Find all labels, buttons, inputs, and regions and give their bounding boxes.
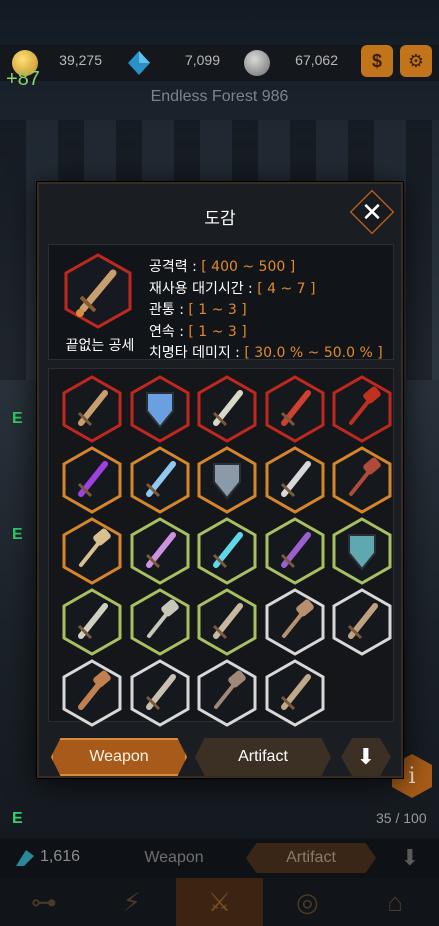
- weapon-slot[interactable]: [331, 517, 393, 585]
- weapon-slot[interactable]: [264, 446, 326, 514]
- equip-marker: E: [12, 526, 23, 543]
- selected-weapon-hex: [64, 253, 132, 329]
- weapon-slot[interactable]: [196, 659, 258, 727]
- gem-amount: 7,099: [184, 52, 220, 68]
- collection-modal: 도감 ✕ 끝없는 공세 공격력 : [ 400 ~ 500 ] 재사용 대기시간…: [37, 182, 403, 778]
- weapon-slot[interactable]: [129, 517, 191, 585]
- weapon-slot[interactable]: [264, 517, 326, 585]
- weapon-slot[interactable]: [61, 517, 123, 585]
- bank-icon: ⌂: [387, 886, 403, 917]
- settings-button[interactable]: ⚙: [400, 45, 432, 77]
- bottom-tab-weapon[interactable]: Weapon: [108, 843, 240, 873]
- weapon-slot[interactable]: [61, 588, 123, 656]
- weapon-slot[interactable]: [264, 375, 326, 443]
- tab-weapon[interactable]: Weapon: [51, 738, 187, 776]
- dumbbell-icon: ⊶: [30, 886, 57, 917]
- modal-title: 도감: [204, 209, 236, 229]
- info-icon: i: [408, 763, 416, 789]
- weapon-slot[interactable]: [129, 588, 191, 656]
- close-icon: ✕: [361, 196, 383, 227]
- bottom-tab-artifact[interactable]: Artifact: [246, 843, 376, 873]
- shop-button[interactable]: $: [361, 45, 393, 77]
- weapon-slot[interactable]: [61, 446, 123, 514]
- stat-combo: 연속 : [ 1 ~ 3 ]: [149, 323, 247, 340]
- collection-count: 35 / 100: [376, 810, 427, 826]
- stone-amount: 67,062: [295, 52, 338, 68]
- arrow-down-icon: ⬇: [400, 845, 420, 870]
- lightning-icon: ⚡: [122, 886, 141, 917]
- gear-icon: ⚙: [407, 50, 425, 71]
- dollar-icon: $: [371, 50, 382, 71]
- weapon-slot[interactable]: [331, 588, 393, 656]
- stat-attack: 공격력 : [ 400 ~ 500 ]: [149, 259, 296, 275]
- tab-artifact-label: Artifact: [238, 748, 288, 765]
- blue-gem-icon: [128, 51, 150, 75]
- nav-skills[interactable]: ⚡: [88, 878, 176, 926]
- main-nav: ⊶ ⚡ ⚔ ◎ ⌂: [0, 878, 439, 926]
- weapon-slot[interactable]: [129, 446, 191, 514]
- weapon-grid: [48, 368, 394, 727]
- stat-crit-damage: 치명타 데미지 : [ 30.0 % ~ 50.0 % ]: [149, 345, 383, 361]
- weapon-slot[interactable]: [264, 588, 326, 656]
- sort-button[interactable]: ⬇: [341, 738, 391, 776]
- tab-weapon-label: Weapon: [89, 748, 149, 765]
- selected-weapon-name: 끝없는 공세: [65, 338, 135, 354]
- weapon-slot[interactable]: [129, 659, 191, 727]
- weapon-slot[interactable]: [264, 659, 326, 727]
- nav-bank[interactable]: ⌂: [351, 878, 439, 926]
- stone-icon: [244, 50, 270, 76]
- weapon-stats: 공격력 : [ 400 ~ 500 ] 재사용 대기시간 : [ 4 ~ 7 ]…: [149, 257, 383, 365]
- swirl-icon: ◎: [295, 886, 319, 917]
- close-button[interactable]: ✕: [357, 194, 387, 230]
- weapon-slot[interactable]: [331, 375, 393, 443]
- weapon-slot[interactable]: [196, 517, 258, 585]
- bottom-gem-count: 1,616: [40, 848, 81, 865]
- nav-training[interactable]: ⊶: [0, 878, 88, 926]
- weapon-slot[interactable]: [129, 375, 191, 443]
- weapon-detail-panel: 끝없는 공세 공격력 : [ 400 ~ 500 ] 재사용 대기시간 : [ …: [48, 244, 394, 361]
- weapon-slot[interactable]: [196, 375, 258, 443]
- bottom-sort-button[interactable]: ⬇: [392, 843, 428, 873]
- arrow-down-icon: ⬇: [356, 744, 376, 769]
- weapon-slot[interactable]: [61, 375, 123, 443]
- tab-artifact[interactable]: Artifact: [195, 738, 331, 776]
- nav-weapons[interactable]: ⚔: [175, 878, 264, 926]
- sword-icon: ⚔: [207, 886, 232, 917]
- weapon-slot[interactable]: [61, 659, 123, 727]
- nav-portal[interactable]: ◎: [263, 878, 351, 926]
- stat-pierce: 관통 : [ 1 ~ 3 ]: [149, 302, 247, 318]
- gem-icon: [16, 850, 34, 866]
- weapon-slot[interactable]: [331, 446, 393, 514]
- gold-amount: 39,275: [59, 52, 102, 68]
- equip-marker: E: [12, 810, 23, 827]
- equip-marker: E: [12, 410, 23, 427]
- stat-cooldown: 재사용 대기시간 : [ 4 ~ 7 ]: [149, 280, 316, 297]
- weapon-slot[interactable]: [196, 446, 258, 514]
- stage-name: Endless Forest 986: [150, 88, 289, 105]
- weapon-slot[interactable]: [196, 588, 258, 656]
